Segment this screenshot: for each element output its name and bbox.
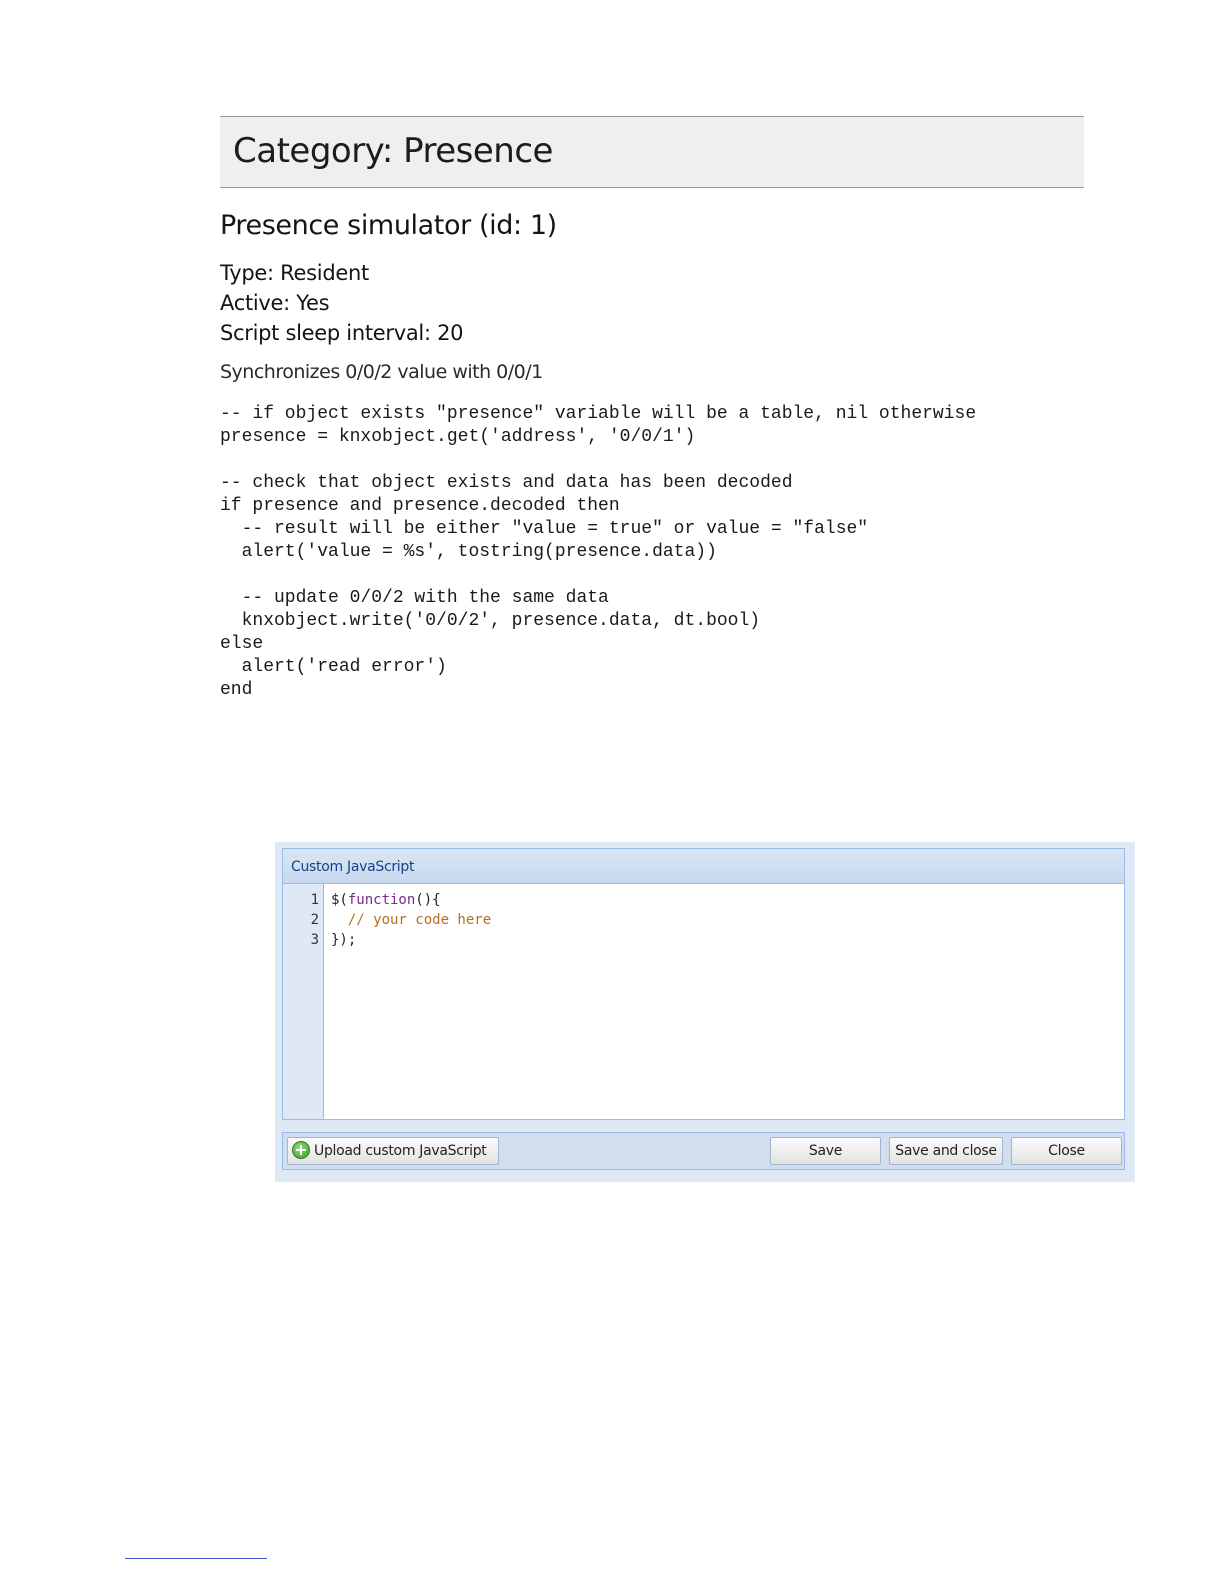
code-line: -- check that object exists and data has… — [220, 473, 793, 493]
editor-content[interactable]: $(function(){ // your code here }); — [331, 890, 491, 950]
add-circle-icon — [292, 1141, 310, 1159]
code-token: (){ — [415, 892, 441, 908]
script-type: Type: Resident — [220, 261, 369, 285]
upload-button-label: Upload custom JavaScript — [314, 1143, 487, 1159]
code-line: end — [220, 680, 253, 700]
editor-line[interactable]: $(function(){ — [331, 890, 491, 910]
code-block: -- if object exists "presence" variable … — [220, 403, 976, 702]
code-editor[interactable]: 1 2 3 $(function(){ // your code here })… — [283, 884, 1124, 1119]
script-description: Synchronizes 0/0/2 value with 0/0/1 — [220, 361, 543, 383]
code-line: alert('value = %s', tostring(presence.da… — [220, 542, 717, 562]
code-line: if presence and presence.decoded then — [220, 496, 620, 516]
save-button[interactable]: Save — [770, 1137, 881, 1165]
dialog-panel: Custom JavaScript 1 2 3 $(function(){ //… — [282, 848, 1125, 1120]
code-line: alert('read error') — [220, 657, 447, 677]
line-number: 1 — [310, 892, 319, 908]
upload-custom-javascript-button[interactable]: Upload custom JavaScript — [287, 1137, 499, 1165]
code-line: knxobject.write('0/0/2', presence.data, … — [220, 611, 761, 631]
code-line: presence = knxobject.get('address', '0/0… — [220, 427, 696, 447]
code-line: -- update 0/0/2 with the same data — [220, 588, 609, 608]
line-number-gutter: 1 2 3 — [283, 884, 324, 1119]
script-active: Active: Yes — [220, 291, 330, 315]
line-number: 3 — [310, 932, 319, 948]
editor-line[interactable]: }); — [331, 930, 491, 950]
script-meta: Type: Resident Active: Yes Script sleep … — [220, 258, 464, 348]
dialog-title: Custom JavaScript — [291, 859, 415, 875]
code-token: $( — [331, 892, 348, 908]
code-token: }); — [331, 932, 357, 948]
dialog-toolbar: Upload custom JavaScript Save Save and c… — [282, 1132, 1125, 1170]
category-header: Category: Presence — [220, 116, 1084, 188]
footnote-separator — [125, 1558, 267, 1559]
code-comment: // your code here — [331, 912, 492, 928]
dialog-header: Custom JavaScript — [283, 849, 1124, 884]
script-title: Presence simulator (id: 1) — [220, 210, 557, 241]
line-number: 2 — [310, 912, 319, 928]
code-line: else — [220, 634, 264, 654]
script-sleep-interval: Script sleep interval: 20 — [220, 321, 464, 345]
code-line: -- result will be either "value = true" … — [220, 519, 869, 539]
code-keyword: function — [347, 892, 416, 908]
editor-line[interactable]: // your code here — [331, 910, 491, 930]
custom-javascript-dialog: Custom JavaScript 1 2 3 $(function(){ //… — [275, 842, 1135, 1182]
code-line: -- if object exists "presence" variable … — [220, 404, 977, 424]
category-title: Category: Presence — [233, 131, 553, 171]
save-and-close-button[interactable]: Save and close — [889, 1137, 1003, 1165]
close-button[interactable]: Close — [1011, 1137, 1122, 1165]
